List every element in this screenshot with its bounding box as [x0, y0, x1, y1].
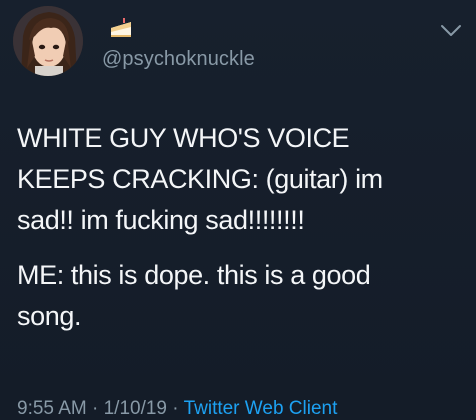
- tweet-date[interactable]: 1/10/19: [104, 398, 167, 419]
- tweet-time[interactable]: 9:55 AM: [17, 398, 87, 419]
- tweet-paragraph: ME: this is dope. this is a good song.: [17, 260, 371, 331]
- avatar[interactable]: [13, 6, 83, 76]
- user-info: @psychoknuckle: [100, 18, 400, 78]
- user-handle[interactable]: @psychoknuckle: [102, 48, 255, 71]
- avatar-image: [13, 6, 83, 76]
- tweet-paragraph: WHITE GUY WHO'S VOICE KEEPS CRACKING: (g…: [17, 123, 383, 235]
- meta-separator: ·: [92, 398, 99, 419]
- tweet-body: WHITE GUY WHO'S VOICE KEEPS CRACKING: (g…: [17, 118, 467, 337]
- birthday-cake-icon: [108, 18, 134, 38]
- tweet-meta: 9:55 AM · 1/10/19 · Twitter Web Client: [17, 398, 337, 420]
- tweet-client-link[interactable]: Twitter Web Client: [184, 398, 338, 419]
- tweet-card: @psychoknuckle WHITE GUY WHO'S VOICE KEE…: [0, 0, 476, 420]
- chevron-down-icon[interactable]: [440, 24, 462, 38]
- meta-separator: ·: [172, 398, 179, 419]
